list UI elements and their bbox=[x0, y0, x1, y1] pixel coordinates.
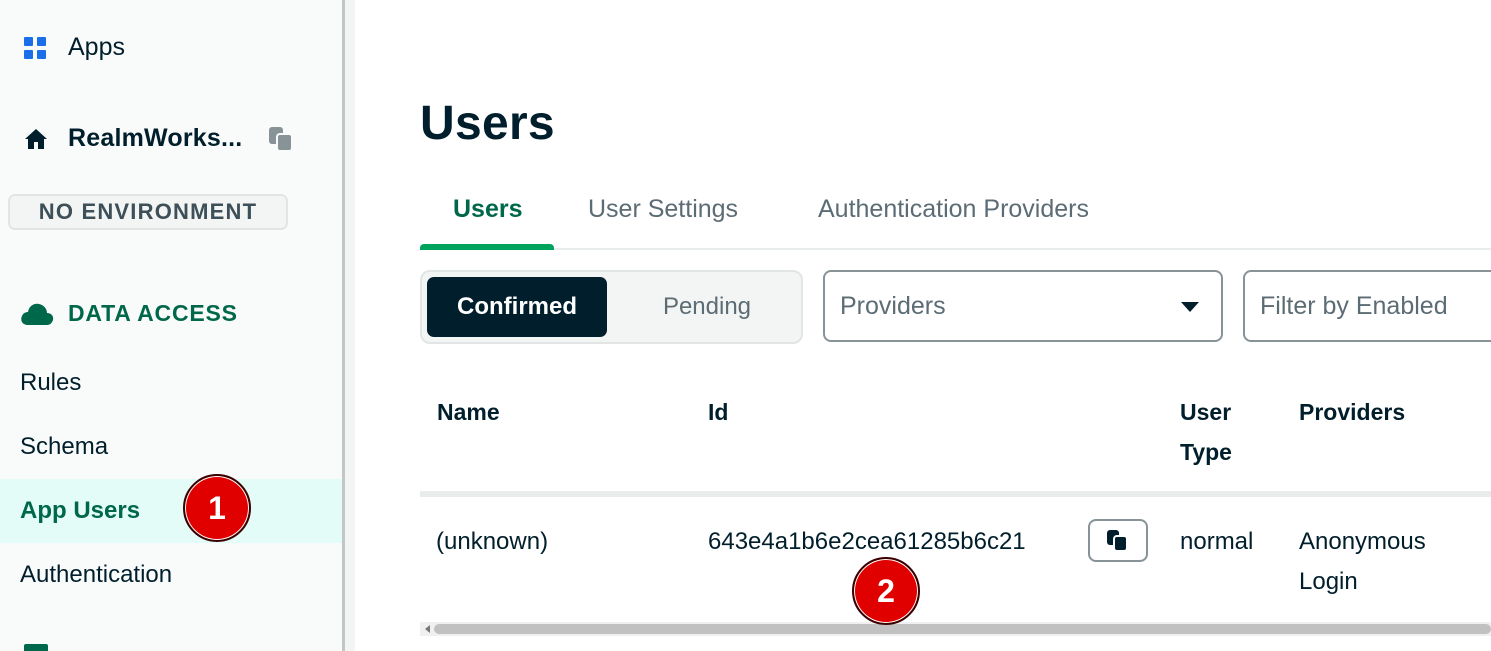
sidebar-item-rules[interactable]: Rules bbox=[0, 351, 342, 415]
cell-id: 643e4a1b6e2cea61285b6c21 bbox=[708, 528, 1026, 555]
column-header-user-type-line1: User bbox=[1180, 399, 1232, 425]
cell-user-type: normal bbox=[1180, 528, 1254, 555]
sidebar-apps-label: Apps bbox=[68, 33, 125, 61]
sidebar: Apps RealmWorks... NO ENVIRONMENT DATA A… bbox=[0, 0, 342, 651]
sidebar-item-authentication[interactable]: Authentication bbox=[0, 543, 342, 607]
project-name: RealmWorks... bbox=[68, 124, 243, 152]
column-header-providers[interactable]: Providers bbox=[1299, 392, 1405, 432]
sidebar-apps-link[interactable]: Apps bbox=[24, 33, 125, 62]
providers-select-value: Providers bbox=[840, 291, 946, 320]
column-header-name[interactable]: Name bbox=[437, 392, 500, 432]
sidebar-next-section-icon bbox=[24, 644, 48, 651]
tab-authentication-providers[interactable]: Authentication Providers bbox=[818, 195, 1089, 224]
cell-providers-line1: Anonymous bbox=[1299, 528, 1426, 555]
sidebar-item-label: Authentication bbox=[20, 561, 173, 588]
environment-badge[interactable]: NO ENVIRONMENT bbox=[8, 194, 288, 230]
sidebar-item-app-users[interactable]: App Users bbox=[0, 479, 342, 543]
table-header-divider bbox=[420, 491, 1491, 497]
sidebar-item-label: Schema bbox=[20, 433, 109, 460]
column-header-id[interactable]: Id bbox=[708, 392, 728, 432]
page-title: Users bbox=[420, 97, 555, 150]
sidebar-item-schema[interactable]: Schema bbox=[0, 415, 342, 479]
sidebar-item-label: Rules bbox=[20, 369, 82, 396]
step-marker-1: 1 bbox=[183, 474, 251, 542]
enabled-filter-select[interactable]: Filter by Enabled bbox=[1243, 270, 1491, 342]
copy-icon bbox=[1107, 529, 1128, 552]
providers-select[interactable]: Providers bbox=[823, 270, 1223, 342]
tab-bar: Users User Settings Authentication Provi… bbox=[420, 180, 1491, 250]
enabled-filter-value: Filter by Enabled bbox=[1260, 291, 1448, 320]
confirmed-toggle[interactable]: Confirmed bbox=[427, 277, 607, 337]
grid-icon bbox=[24, 36, 46, 59]
caret-down-icon bbox=[1181, 302, 1199, 312]
scroll-left-icon[interactable] bbox=[425, 625, 430, 633]
sidebar-resize-handle[interactable] bbox=[342, 0, 355, 651]
data-access-section: DATA ACCESS bbox=[20, 300, 238, 327]
cloud-icon bbox=[21, 303, 54, 325]
column-header-user-type-line2: Type bbox=[1180, 439, 1232, 465]
column-header-user-type[interactable]: User Type bbox=[1180, 392, 1232, 472]
home-icon bbox=[25, 128, 47, 149]
scrollbar-thumb[interactable] bbox=[434, 624, 1491, 634]
horizontal-scrollbar[interactable] bbox=[420, 622, 1491, 636]
section-title: DATA ACCESS bbox=[68, 300, 238, 326]
status-segmented-control: Confirmed Pending bbox=[420, 270, 803, 344]
active-tab-indicator bbox=[420, 244, 554, 250]
pending-toggle[interactable]: Pending bbox=[612, 277, 802, 337]
tab-user-settings[interactable]: User Settings bbox=[588, 195, 738, 224]
sidebar-item-label: App Users bbox=[20, 497, 141, 524]
copy-id-button[interactable] bbox=[1088, 519, 1148, 562]
cell-name: (unknown) bbox=[436, 528, 549, 555]
cell-providers: Anonymous Login bbox=[1299, 522, 1426, 602]
tab-users[interactable]: Users bbox=[453, 195, 523, 224]
step-marker-2: 2 bbox=[852, 557, 920, 625]
cell-providers-line2: Login bbox=[1299, 568, 1358, 595]
copy-icon[interactable] bbox=[266, 124, 296, 154]
project-link[interactable]: RealmWorks... bbox=[24, 124, 242, 153]
